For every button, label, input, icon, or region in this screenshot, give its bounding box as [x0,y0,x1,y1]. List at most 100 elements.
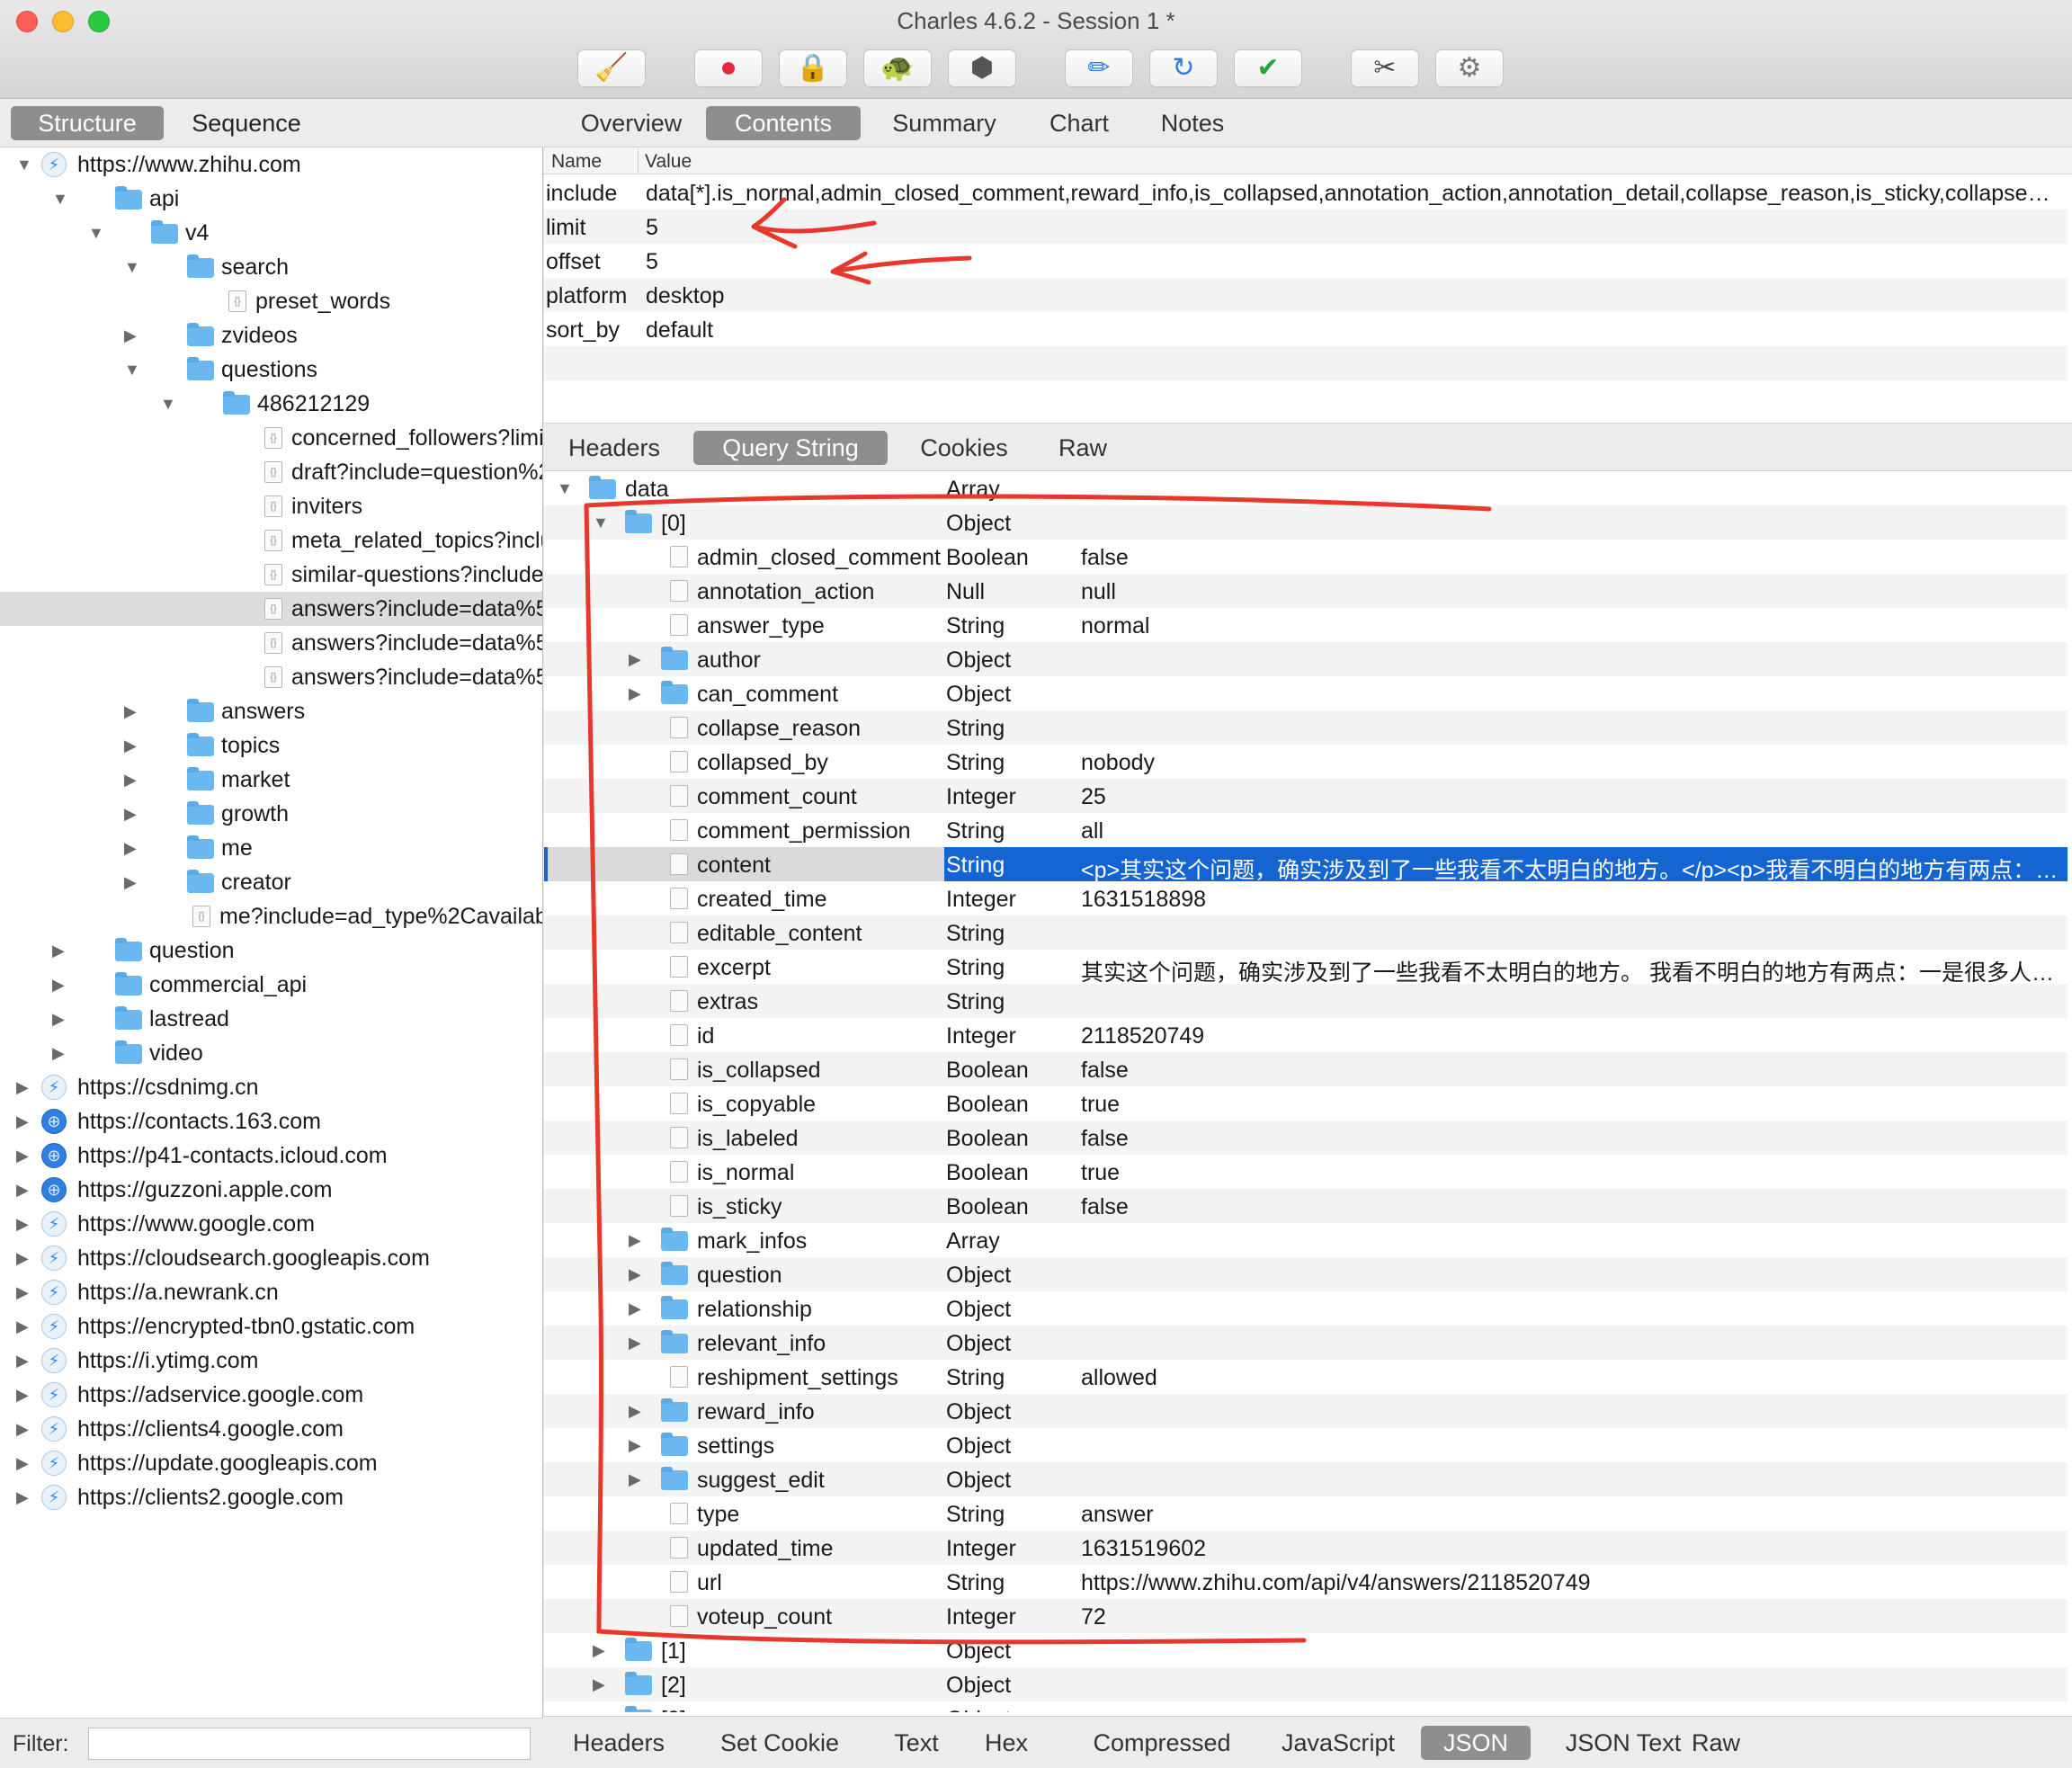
disclosure-collapsed-icon[interactable]: ▶ [16,1454,34,1473]
tree-item[interactable]: ▶ ⚡ https://www.google.com [0,1207,542,1241]
tab-raw[interactable]: Raw [1042,431,1123,465]
tab-headers[interactable]: Headers [560,431,668,465]
tools-button[interactable]: ✂ [1351,49,1419,87]
disclosure-collapsed-icon[interactable]: ▶ [16,1078,34,1097]
disclosure-collapsed-icon[interactable]: ▶ [593,1641,611,1660]
json-row[interactable]: ▶ relationship Object [544,1291,2068,1326]
tab-raw[interactable]: Raw [1684,1726,1747,1760]
tree-item[interactable]: {} concerned_followers?limit=7 [0,421,542,455]
disclosure-collapsed-icon[interactable]: ▶ [593,1675,611,1694]
disclosure-collapsed-icon[interactable]: ▶ [52,942,70,960]
disclosure-collapsed-icon[interactable]: ▶ [16,1112,34,1131]
tree-item[interactable]: ▼ v4 [0,216,542,250]
tree-item[interactable]: ▶ ⚡ https://clients2.google.com [0,1480,542,1514]
disclosure-expanded-icon[interactable]: ▼ [124,361,142,379]
tree-item[interactable]: ▶ ⊕ https://contacts.163.com [0,1104,542,1138]
tab-compressed[interactable]: Compressed [1078,1726,1246,1760]
json-row[interactable]: excerpt String 其实这个问题，确实涉及到了一些我看不太明白的地方。 我… [544,950,2068,984]
disclosure-collapsed-icon[interactable]: ▶ [16,1352,34,1371]
filter-input[interactable] [88,1728,531,1760]
json-row[interactable]: editable_content String [544,915,2068,950]
tree-item[interactable]: ▶ zvideos [0,318,542,353]
tree-item[interactable]: {} inviters [0,489,542,523]
tab-headers[interactable]: Headers [560,1726,677,1760]
tree-item[interactable]: ▶ question [0,933,542,968]
refresh-button[interactable]: ↻ [1149,49,1218,87]
name-column-header[interactable]: Name [551,151,602,173]
json-row[interactable]: comment_count Integer 25 [544,779,2068,813]
json-row[interactable]: ▼ data Array [544,471,2068,505]
json-row[interactable]: collapsed_by String nobody [544,745,2068,779]
disclosure-collapsed-icon[interactable]: ▶ [629,684,647,703]
tree-item[interactable]: ▶ ⊕ https://guzzoni.apple.com [0,1173,542,1207]
disclosure-collapsed-icon[interactable]: ▶ [124,326,142,345]
tab-sequence[interactable]: Sequence [176,106,317,140]
json-row[interactable]: is_labeled Boolean false [544,1121,2068,1155]
gear-button[interactable]: ⚙ [1435,49,1504,87]
disclosure-collapsed-icon[interactable]: ▶ [124,702,142,721]
json-row[interactable]: is_copyable Boolean true [544,1086,2068,1121]
tree-item[interactable]: ▶ lastread [0,1002,542,1036]
disclosure-collapsed-icon[interactable]: ▶ [52,976,70,995]
query-row[interactable]: include data[*].is_normal,admin_closed_co… [544,175,2068,210]
broom-button[interactable]: 🧹 [577,49,646,87]
tree-item[interactable]: ▶ ⊕ https://p41-contacts.icloud.com [0,1138,542,1173]
disclosure-collapsed-icon[interactable]: ▶ [16,1147,34,1165]
checkmark-button[interactable]: ✔ [1234,49,1302,87]
tree-item[interactable]: ▶ ⚡ https://a.newrank.cn [0,1275,542,1309]
tree-item[interactable]: {} meta_related_topics?include [0,523,542,558]
disclosure-collapsed-icon[interactable]: ▶ [16,1215,34,1234]
tree-item[interactable]: {} similar-questions?include=d [0,558,542,592]
json-row[interactable]: ▶ mark_infos Array [544,1223,2068,1257]
tab-json-text[interactable]: JSON Text [1551,1726,1695,1760]
disclosure-collapsed-icon[interactable]: ▶ [16,1181,34,1200]
json-row[interactable]: ▶ can_comment Object [544,676,2068,710]
disclosure-collapsed-icon[interactable]: ▶ [52,1010,70,1029]
tab-contents[interactable]: Contents [706,106,861,140]
disclosure-collapsed-icon[interactable]: ▶ [124,771,142,790]
value-column-header[interactable]: Value [645,151,692,173]
query-row[interactable]: limit 5 [544,210,2068,244]
tab-structure[interactable]: Structure [11,106,164,140]
json-row[interactable]: ▶ [2] Object [544,1667,2068,1701]
tree-item[interactable]: ▼ ⚡ https://www.zhihu.com [0,147,542,182]
tab-json[interactable]: JSON [1421,1726,1531,1760]
disclosure-collapsed-icon[interactable]: ▶ [52,1044,70,1063]
tab-cookies[interactable]: Cookies [907,431,1021,465]
disclosure-expanded-icon[interactable]: ▼ [88,224,106,243]
turtle-button[interactable]: 🐢 [863,49,932,87]
tree-item[interactable]: {} answers?include=data%5B% [0,592,542,626]
disclosure-collapsed-icon[interactable]: ▶ [16,1386,34,1405]
disclosure-collapsed-icon[interactable]: ▶ [629,1334,647,1353]
json-row[interactable]: created_time Integer 1631518898 [544,881,2068,915]
json-row[interactable]: ▶ settings Object [544,1428,2068,1462]
disclosure-collapsed-icon[interactable]: ▶ [124,737,142,755]
tree-item[interactable]: ▶ ⚡ https://cloudsearch.googleapis.com [0,1241,542,1275]
disclosure-collapsed-icon[interactable]: ▶ [16,1317,34,1336]
disclosure-collapsed-icon[interactable]: ▶ [629,650,647,669]
tab-overview[interactable]: Overview [564,106,699,140]
json-row[interactable]: ▶ [1] Object [544,1633,2068,1667]
tree-item[interactable]: ▶ creator [0,865,542,899]
tab-chart[interactable]: Chart [1030,106,1129,140]
json-row[interactable]: id Integer 2118520749 [544,1018,2068,1052]
disclosure-collapsed-icon[interactable]: ▶ [629,1231,647,1250]
tree-item[interactable]: ▶ ⚡ https://encrypted-tbn0.gstatic.com [0,1309,542,1344]
disclosure-collapsed-icon[interactable]: ▶ [16,1283,34,1302]
json-row[interactable]: admin_closed_comment Boolean false [544,540,2068,574]
tree-item[interactable]: ▶ video [0,1036,542,1070]
tree-item[interactable]: ▼ questions [0,353,542,387]
tree-item[interactable]: ▶ answers [0,694,542,728]
json-row[interactable]: updated_time Integer 1631519602 [544,1531,2068,1565]
lock-button[interactable]: 🔒 [779,49,847,87]
tab-notes[interactable]: Notes [1143,106,1242,140]
tree-item[interactable]: ▶ ⚡ https://update.googleapis.com [0,1446,542,1480]
tab-query-string[interactable]: Query String [693,431,888,465]
disclosure-expanded-icon[interactable]: ▼ [124,258,142,277]
pen-button[interactable]: ✏ [1065,49,1133,87]
tree-item[interactable]: ▼ api [0,182,542,216]
json-row[interactable]: content String <p>其实这个问题，确实涉及到了一些我看不太明白的地方… [544,847,2068,881]
json-row[interactable]: ▶ question Object [544,1257,2068,1291]
disclosure-expanded-icon[interactable]: ▼ [160,395,178,414]
tree-item[interactable]: ▶ commercial_api [0,968,542,1002]
